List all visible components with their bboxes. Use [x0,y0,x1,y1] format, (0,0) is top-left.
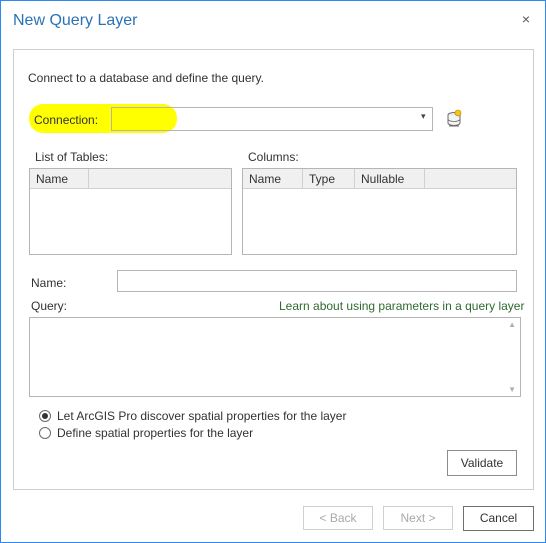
column-header-nullable[interactable]: Nullable [355,169,425,189]
columns-list[interactable]: Name Type Nullable [242,168,517,255]
connection-label: Connection: [34,113,99,127]
next-button[interactable]: Next > [383,506,453,530]
query-label: Query: [31,299,68,313]
query-textarea[interactable]: ▲ ▼ [29,317,521,397]
column-header-name[interactable]: Name [30,169,89,189]
cancel-button[interactable]: Cancel [463,506,534,531]
tables-list-label: List of Tables: [35,150,109,164]
scroll-up-icon[interactable]: ▲ [508,320,516,329]
back-button[interactable]: < Back [303,506,373,530]
radio-button-selected[interactable] [39,410,51,422]
column-header-name[interactable]: Name [243,169,303,189]
new-query-layer-dialog: New Query Layer × Connect to a database … [0,0,546,543]
column-header-type[interactable]: Type [303,169,355,189]
new-database-connection-icon[interactable] [445,109,463,129]
radio-button[interactable] [39,427,51,439]
name-label: Name: [31,276,67,290]
columns-list-header: Name Type Nullable [243,169,516,189]
intro-text: Connect to a database and define the que… [28,71,264,85]
tables-list-header: Name [30,169,231,189]
dialog-title: New Query Layer [13,12,138,29]
columns-list-label: Columns: [248,150,299,164]
radio-define-spatial[interactable]: Define spatial properties for the layer [39,426,253,440]
scroll-down-icon[interactable]: ▼ [508,385,516,394]
query-parameters-help-link[interactable]: Learn about using parameters in a query … [279,299,524,313]
chevron-down-icon[interactable]: ▾ [421,111,426,122]
radio-label: Define spatial properties for the layer [57,426,254,440]
name-input[interactable] [117,270,517,292]
close-icon[interactable]: × [518,11,534,27]
connection-dropdown[interactable] [111,107,433,131]
radio-label: Let ArcGIS Pro discover spatial properti… [57,409,347,423]
radio-discover-spatial[interactable]: Let ArcGIS Pro discover spatial properti… [39,409,346,423]
validate-button[interactable]: Validate [447,450,517,476]
tables-list[interactable]: Name [29,168,232,255]
